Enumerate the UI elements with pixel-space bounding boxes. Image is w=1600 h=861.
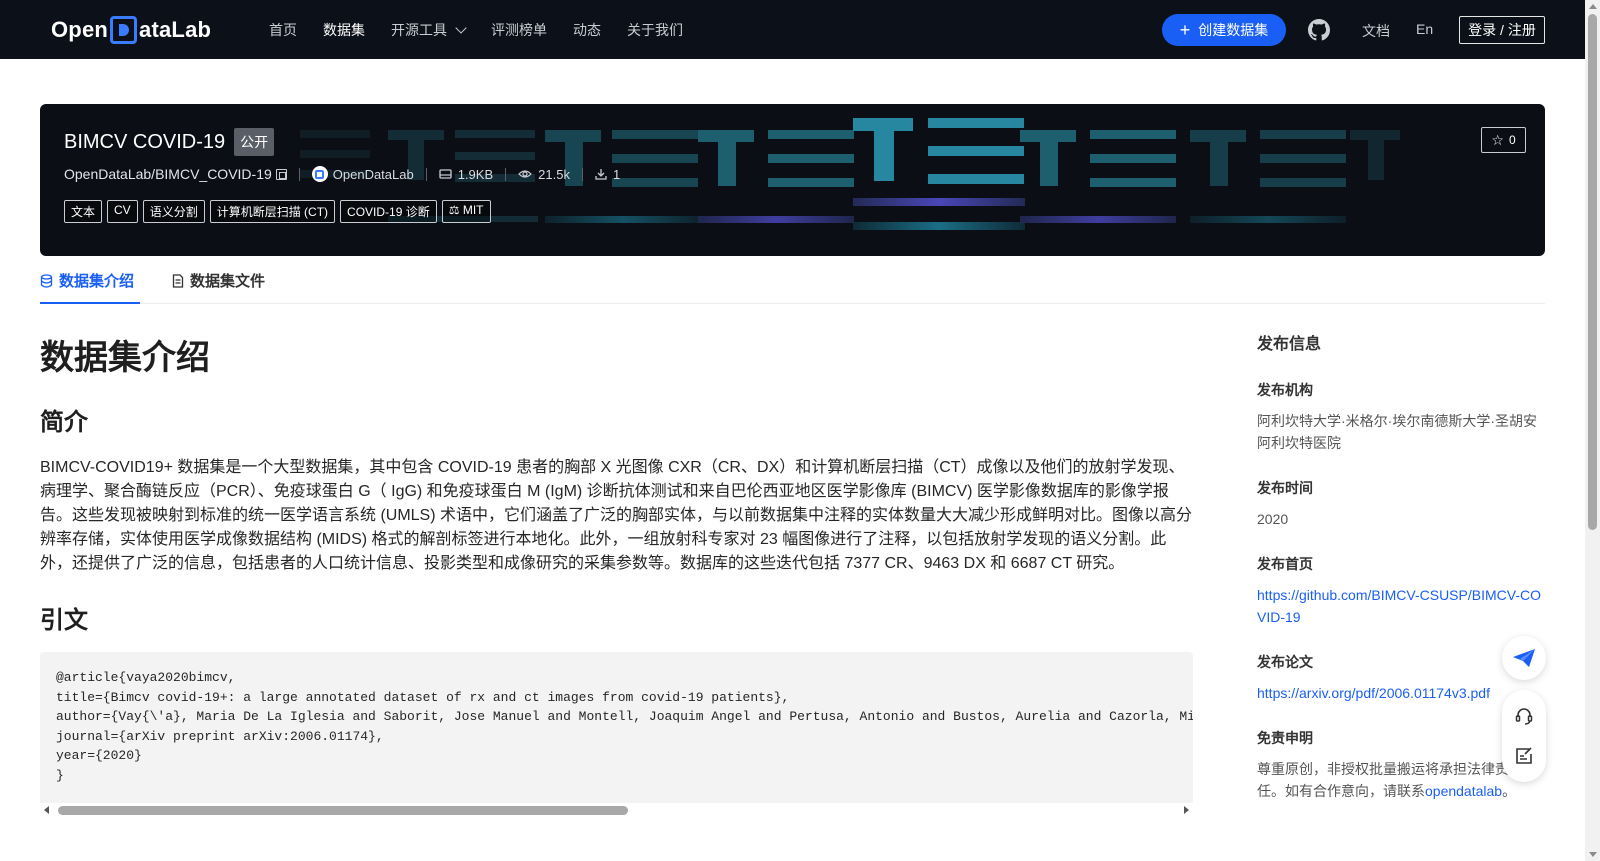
disclaimer-text: 尊重原创，非授权批量搬运将承担法律责任。如有合作意向，请联系opendatala… (1257, 758, 1519, 802)
homepage-label: 发布首页 (1257, 556, 1313, 572)
license-tag[interactable]: ⚖ MIT (441, 200, 491, 223)
create-dataset-button[interactable]: + 创建数据集 (1162, 14, 1286, 46)
star-button[interactable]: ☆ 0 (1481, 127, 1526, 153)
nav-open-tools[interactable]: 开源工具 (391, 20, 467, 40)
tab-dataset-intro[interactable]: 数据集介绍 (40, 270, 134, 291)
nav-datasets[interactable]: 数据集 (323, 20, 365, 40)
meta-divider (581, 167, 583, 181)
logo-text-datalab: ataLab (139, 17, 212, 42)
downloads-stat: 1 (595, 167, 620, 182)
logo-text-open: Open (51, 17, 109, 42)
eye-icon (518, 170, 532, 178)
create-dataset-label: 创建数据集 (1198, 22, 1269, 38)
disclaimer-end: 。 (1502, 783, 1517, 799)
intro-heading: 简介 (40, 409, 88, 436)
downloads-value: 1 (612, 166, 621, 182)
visibility-badge: 公开 (234, 128, 275, 156)
code-line: year={2020} (56, 748, 142, 763)
scale-icon: ⚖ (448, 203, 460, 217)
org-avatar (311, 166, 328, 182)
nav-news[interactable]: 动态 (573, 20, 601, 40)
tab-dataset-files[interactable]: 数据集文件 (172, 270, 265, 291)
code-line: @article{vaya2020bimcv, (56, 670, 236, 685)
database-icon (40, 273, 53, 288)
paper-plane-icon (1513, 649, 1535, 667)
plus-icon: + (1179, 20, 1191, 40)
meta-divider (425, 167, 427, 181)
top-navbar: Open ataLab 首页 数据集 开源工具 评测榜单 动态 关于我们 + 创建… (0, 0, 1585, 59)
scroll-right-arrow[interactable] (1184, 806, 1189, 814)
scrollbar-thumb[interactable] (1588, 14, 1597, 530)
tag-list: 文本 CV 语义分割 计算机断层扫描 (CT) COVID-19 诊断 ⚖ MI… (64, 200, 496, 223)
meta-divider (298, 167, 300, 181)
star-icon: ☆ (1491, 131, 1504, 148)
edit-note-icon[interactable] (1514, 746, 1534, 766)
tab-dataset-intro-label: 数据集介绍 (59, 273, 135, 290)
page-title: 数据集介绍 (40, 339, 210, 377)
code-line: title={Bimcv covid-19+: a large annotate… (56, 689, 790, 705)
license-label: MIT (462, 203, 484, 217)
views-value: 21.5k (538, 166, 570, 182)
homepage-link[interactable]: https://github.com/BIMCV-CSUSP/BIMCV-COV… (1257, 584, 1547, 628)
star-count: 0 (1508, 133, 1516, 147)
publish-time-label: 发布时间 (1257, 480, 1313, 496)
active-tab-indicator (40, 302, 140, 304)
dataset-title-row: BIMCV COVID-19 公开 (64, 128, 275, 156)
floating-feedback-button[interactable] (1502, 636, 1546, 680)
code-scroll-thumb[interactable] (58, 806, 628, 815)
code-line: author={Vay{\'a}, Maria De La Iglesia an… (56, 709, 1193, 724)
scroll-down-arrow[interactable] (1589, 852, 1597, 857)
dataset-title: BIMCV COVID-19 (64, 130, 226, 153)
download-icon (595, 169, 607, 180)
publish-info-title: 发布信息 (1257, 336, 1322, 353)
login-register-button[interactable]: 登录 / 注册 (1459, 16, 1545, 44)
tab-dataset-files-label: 数据集文件 (190, 273, 266, 290)
docs-link[interactable]: 文档 (1362, 21, 1390, 41)
citation-code: @article{vaya2020bimcv, title={Bimcv cov… (56, 668, 1193, 785)
page-scrollbar[interactable] (1585, 0, 1600, 861)
tag-item[interactable]: COVID-19 诊断 (340, 200, 437, 223)
main-nav: 首页 数据集 开源工具 评测榜单 动态 关于我们 (256, 0, 696, 59)
publisher-value: 阿利坎特大学·米格尔·埃尔南德斯大学·圣胡安阿利坎特医院 (1257, 413, 1537, 451)
dataset-path: OpenDataLab/BIMCV_COVID-19 (64, 166, 272, 182)
org-name[interactable]: OpenDataLab (333, 167, 414, 182)
views-stat: 21.5k (518, 167, 570, 182)
intro-paragraph: BIMCV-COVID19+ 数据集是一个大型数据集，其中包含 COVID-19… (40, 459, 1193, 572)
tag-item[interactable]: 语义分割 (142, 200, 205, 223)
code-line: journal={arXiv preprint arXiv:2006.01174… (56, 728, 384, 744)
paper-link[interactable]: https://arxiv.org/pdf/2006.01174v3.pdf (1257, 682, 1547, 704)
logo-d-mark (110, 16, 138, 44)
code-horizontal-scrollbar[interactable] (40, 803, 1193, 817)
dataset-banner: BIMCV COVID-19 公开 OpenDataLab/BIMCV_COVI… (40, 104, 1545, 256)
floating-tools (1502, 690, 1546, 782)
citation-heading: 引文 (40, 607, 88, 634)
tag-item[interactable]: 文本 (64, 200, 103, 223)
contact-link[interactable]: opendatalab (1425, 783, 1502, 799)
tag-item[interactable]: 计算机断层扫描 (CT) (209, 200, 336, 223)
storage-icon (439, 169, 452, 179)
copy-icon[interactable] (275, 168, 287, 180)
headset-icon[interactable] (1514, 706, 1534, 726)
scroll-up-arrow[interactable] (1589, 4, 1597, 9)
scroll-left-arrow[interactable] (44, 806, 49, 814)
nav-home[interactable]: 首页 (269, 20, 297, 40)
citation-code-block[interactable]: @article{vaya2020bimcv, title={Bimcv cov… (40, 652, 1193, 816)
size-value: 1.9KB (457, 166, 494, 182)
publish-time-value: 2020 (1257, 511, 1289, 527)
language-switch[interactable]: En (1416, 21, 1433, 37)
dataset-tabs: 数据集介绍 数据集文件 (40, 258, 1545, 304)
nav-open-tools-label: 开源工具 (391, 21, 447, 38)
github-icon[interactable] (1308, 19, 1330, 41)
file-icon (172, 273, 184, 288)
dataset-meta-row: OpenDataLab/BIMCV_COVID-19 OpenDataLab 1… (64, 166, 620, 182)
meta-divider (505, 167, 507, 181)
publisher-label: 发布机构 (1257, 382, 1313, 398)
tag-item[interactable]: CV (107, 200, 138, 223)
code-line: } (56, 767, 64, 783)
nav-about[interactable]: 关于我们 (627, 20, 683, 40)
opendatalab-logo[interactable]: Open ataLab (51, 14, 211, 46)
chevron-down-icon (455, 21, 467, 34)
nav-leaderboard[interactable]: 评测榜单 (491, 20, 547, 40)
size-stat: 1.9KB (439, 167, 493, 182)
